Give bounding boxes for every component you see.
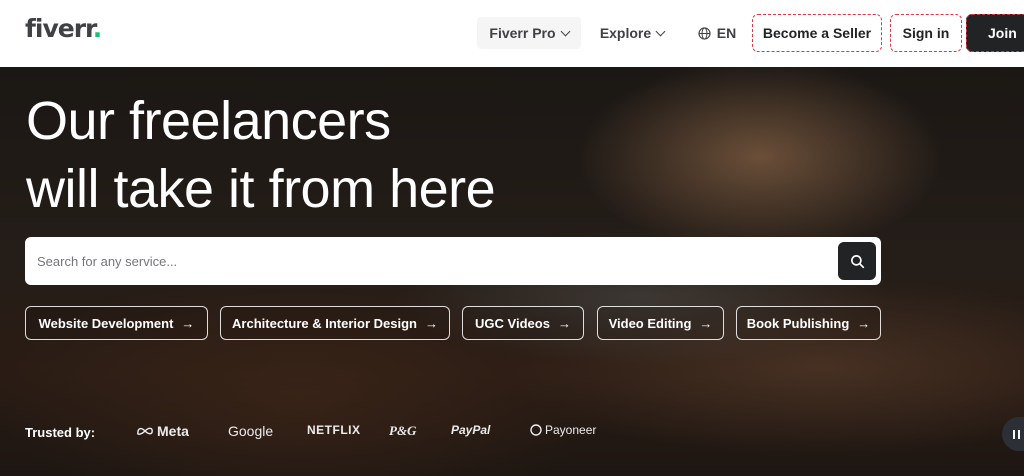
chevron-down-icon — [560, 26, 571, 36]
meta-logo-icon — [137, 427, 153, 435]
top-header: fiverr. Fiverr Pro Explore EN Become a S… — [0, 0, 1024, 67]
search-bar — [25, 237, 881, 285]
arrow-right-icon: → — [424, 315, 438, 331]
pause-icon-bar — [1018, 429, 1020, 439]
chip-label: Website Development — [38, 315, 174, 331]
language-selector[interactable]: EN — [690, 17, 744, 49]
trusted-by-label: Trusted by: — [25, 425, 96, 440]
hero-section: Our freelancers will take it from here W… — [0, 67, 1024, 476]
payoneer-logo-icon — [530, 424, 542, 436]
chip-label: Architecture & Interior Design — [232, 315, 417, 331]
logo-dot: . — [92, 14, 102, 43]
brand-label: Meta — [157, 423, 189, 439]
arrow-right-icon: → — [181, 315, 195, 331]
brand-pg: P&G — [389, 423, 417, 438]
chip-label: UGC Videos — [475, 315, 550, 331]
search-button[interactable] — [838, 242, 876, 280]
fiverr-logo[interactable]: fiverr. — [25, 14, 102, 43]
headline-line-2: will take it from here — [26, 159, 496, 219]
pause-icon — [1013, 429, 1015, 439]
search-icon — [850, 254, 864, 268]
fiverr-pro-label: Fiverr Pro — [489, 25, 556, 41]
become-seller-button[interactable]: Become a Seller — [752, 14, 882, 52]
globe-icon — [698, 26, 711, 40]
chip-ugc-videos[interactable]: UGC Videos → — [462, 306, 584, 340]
explore-label: Explore — [599, 25, 652, 41]
join-button[interactable]: Join — [966, 14, 1024, 52]
chip-book-publishing[interactable]: Book Publishing → — [736, 306, 881, 340]
headline-line-1: Our freelancers — [26, 91, 391, 151]
fiverr-pro-menu[interactable]: Fiverr Pro — [477, 17, 581, 49]
sign-in-button[interactable]: Sign in — [890, 14, 962, 52]
arrow-right-icon: → — [857, 315, 871, 331]
brand-meta: Meta — [136, 423, 189, 439]
chip-label: Video Editing — [608, 315, 692, 331]
search-input[interactable] — [37, 237, 827, 285]
chip-label: Book Publishing — [746, 315, 850, 331]
chip-architecture-interior-design[interactable]: Architecture & Interior Design → — [220, 306, 450, 340]
brand-paypal: PayPal — [451, 423, 491, 437]
chevron-down-icon — [655, 26, 666, 36]
brand-label: Payoneer — [545, 423, 597, 437]
brand-payoneer: Payoneer — [530, 423, 596, 437]
brand-google: Google — [228, 423, 274, 439]
arrow-right-icon: → — [557, 315, 571, 331]
chip-website-development[interactable]: Website Development → — [25, 306, 208, 340]
language-label: EN — [716, 25, 737, 41]
arrow-right-icon: → — [699, 315, 713, 331]
brand-netflix: NETFLIX — [307, 423, 361, 437]
pause-video-button[interactable] — [1002, 417, 1024, 451]
logo-text: fiverr — [25, 14, 94, 43]
hero-headline: Our freelancers will take it from here — [26, 87, 496, 223]
explore-menu[interactable]: Explore — [593, 17, 671, 49]
chip-video-editing[interactable]: Video Editing → — [597, 306, 724, 340]
